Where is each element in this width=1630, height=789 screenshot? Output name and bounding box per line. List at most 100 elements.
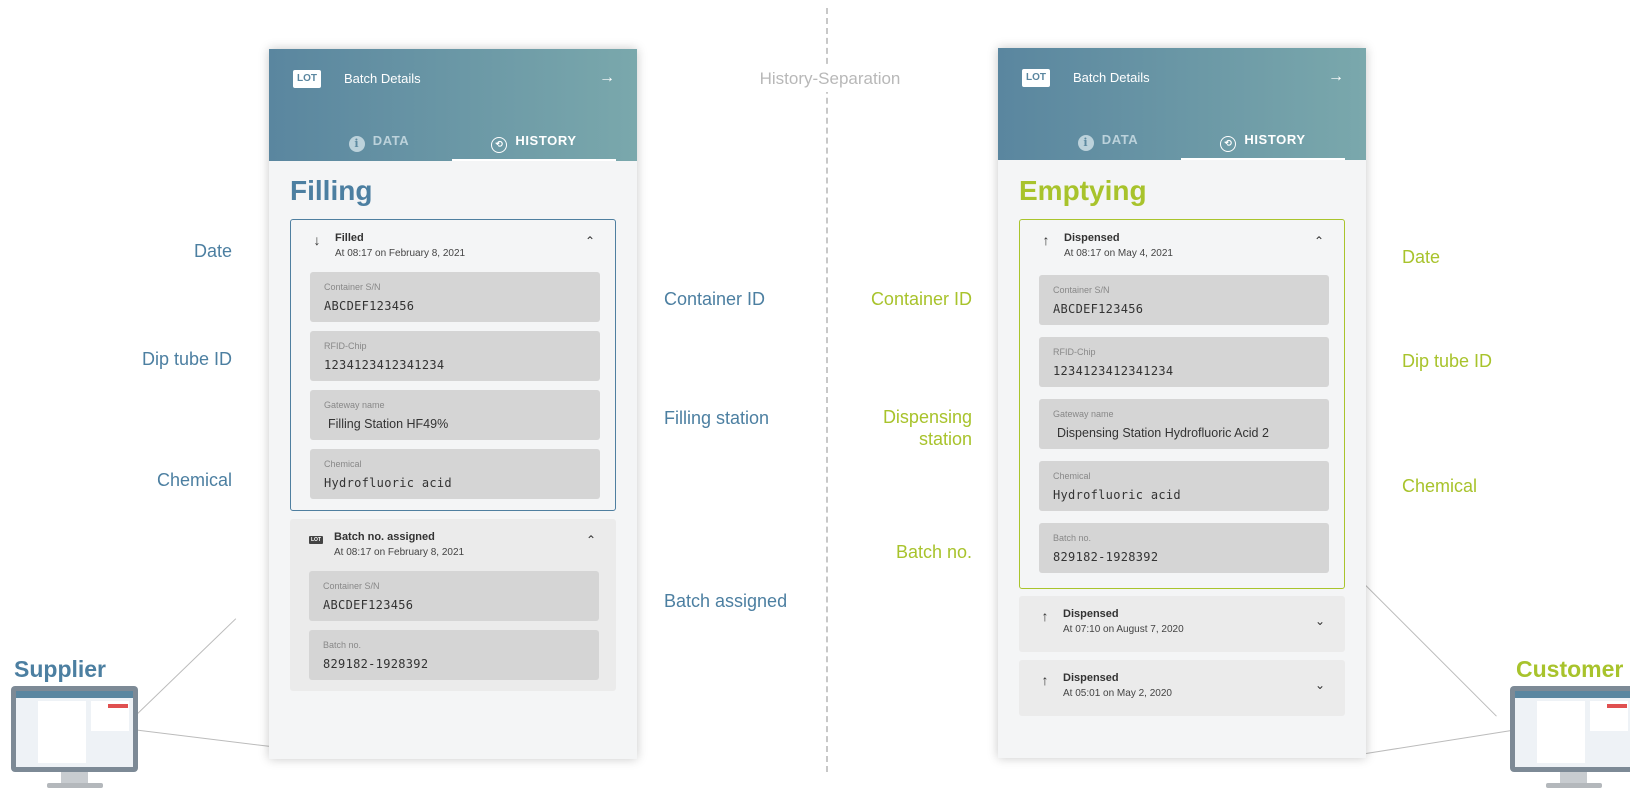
arrow-up-icon: ↑ [1042,232,1050,248]
field-label: Container S/N [323,581,380,591]
field-value: Filling Station HF49% [328,417,449,431]
event-date: At 08:17 on February 8, 2021 [334,547,465,558]
tab-history-label: HISTORY [515,133,577,148]
customer-phone-screen: LOT Batch Details → i DATA ⟲ HISTORY Empty… [998,48,1366,758]
annotation-date: Date [193,241,232,261]
annotation-chemical: Chemical [1402,476,1478,496]
field-value: 1234123412341234 [1053,364,1174,378]
annotation-batch-no: Batch no. [895,542,972,562]
field-rfid-chip: RFID-Chip 1234123412341234 [310,331,600,381]
field-label: Batch no. [1053,533,1092,543]
field-value: 829182-1928392 [323,657,429,671]
info-icon: i [1077,135,1094,151]
arrow-right-icon[interactable]: → [599,67,615,89]
arrow-up-icon: ↑ [1041,672,1049,688]
lot-icon: LOT [309,536,323,544]
field-batch-no: Batch no. 829182-1928392 [309,630,599,680]
app-header: LOT Batch Details → i DATA ⟲ HISTORY [269,49,637,161]
field-value: ABCDEF123456 [323,598,414,612]
chevron-up-icon[interactable]: ⌃ [586,533,596,547]
zoom-line [1366,729,1513,754]
zoom-line [1365,585,1497,717]
field-value: Hydrofluoric acid [324,476,452,490]
event-title: Dispensed [1064,232,1120,244]
annotation-date: Date [1402,247,1441,267]
field-value: 829182-1928392 [1053,550,1159,564]
section-title: Filling [290,175,373,206]
field-container-sn: Container S/N ABCDEF123456 [310,272,600,322]
supplier-monitor-icon [11,686,138,789]
field-label: Container S/N [324,282,381,292]
tab-history[interactable]: ⟲ HISTORY [452,133,616,161]
tab-history-label: HISTORY [1244,132,1306,147]
field-gateway-name: Gateway name Dispensing Station Hydroflu… [1039,399,1329,449]
field-value: ABCDEF123456 [324,299,415,313]
history-icon: ⟲ [1220,136,1237,152]
chevron-down-icon[interactable]: ⌄ [1315,678,1325,692]
field-value: ABCDEF123456 [1053,302,1144,316]
chevron-up-icon[interactable]: ⌃ [1314,234,1324,248]
arrow-right-icon[interactable]: → [1328,66,1344,88]
annotation-dip-tube-id: Dip tube ID [141,349,232,369]
tab-data-label: DATA [1101,132,1139,147]
chevron-up-icon[interactable]: ⌃ [585,234,595,248]
event-title: Filled [335,232,364,244]
field-label: Gateway name [324,400,385,410]
info-icon: i [348,136,365,152]
event-date: At 08:17 on February 8, 2021 [335,248,466,259]
annotation-container-id: Container ID [870,289,972,309]
field-label: Gateway name [1053,409,1114,419]
annotation-chemical: Chemical [156,470,232,490]
field-chemical: Chemical Hydrofluoric acid [1039,461,1329,511]
customer-monitor-icon [1510,686,1630,789]
history-separator-line [826,8,828,772]
field-container-sn: Container S/N ABCDEF123456 [1039,275,1329,325]
history-event-dispensed[interactable]: ↑ Dispensed At 05:01 on May 2, 2020 ⌄ [1019,660,1345,716]
history-separator-label: History-Separation [740,66,920,92]
app-header: LOT Batch Details → i DATA ⟲ HISTORY [998,48,1366,160]
field-label: Batch no. [323,640,362,650]
event-title: Dispensed [1063,608,1119,620]
event-title: Batch no. assigned [334,531,435,543]
zoom-line [124,618,237,727]
annotation-batch-assigned: Batch assigned [664,591,788,611]
tab-data-label: DATA [372,133,410,148]
supplier-label: Supplier [14,656,107,682]
event-title: Dispensed [1063,672,1119,684]
event-date: At 05:01 on May 2, 2020 [1063,688,1172,699]
section-title: Emptying [1019,175,1147,206]
field-value: Hydrofluoric acid [1053,488,1181,502]
history-event-dispensed-open[interactable]: ↑ Dispensed At 08:17 on May 4, 2021 ⌃ Co… [1019,219,1345,589]
chevron-down-icon[interactable]: ⌄ [1315,614,1325,628]
history-event-batch-assigned[interactable]: LOT Batch no. assigned At 08:17 on Febru… [290,519,616,691]
tab-data[interactable]: i DATA [1058,132,1158,160]
annotation-dip-tube-id: Dip tube ID [1402,351,1493,371]
field-batch-no: Batch no. 829182-1928392 [1039,523,1329,573]
field-container-sn: Container S/N ABCDEF123456 [309,571,599,621]
event-date: At 07:10 on August 7, 2020 [1063,624,1184,635]
history-event-dispensed[interactable]: ↑ Dispensed At 07:10 on August 7, 2020 ⌄ [1019,596,1345,652]
tab-data[interactable]: i DATA [329,133,429,161]
lot-icon: LOT [1022,69,1050,87]
annotation-filling-station: Filling station [664,408,770,428]
header-title: Batch Details [1073,70,1150,85]
field-value: 1234123412341234 [324,358,445,372]
field-label: Chemical [324,459,362,469]
event-date: At 08:17 on May 4, 2021 [1064,248,1173,259]
header-title: Batch Details [344,71,421,86]
customer-label: Customer [1516,656,1624,682]
annotation-dispensing-station: Dispensing station [882,407,972,449]
field-label: RFID-Chip [1053,347,1096,357]
field-label: Chemical [1053,471,1091,481]
field-gateway-name: Gateway name Filling Station HF49% [310,390,600,440]
history-event-filled[interactable]: ↓ Filled At 08:17 on February 8, 2021 ⌃ … [290,219,616,511]
arrow-down-icon: ↓ [313,232,321,248]
field-rfid-chip: RFID-Chip 1234123412341234 [1039,337,1329,387]
supplier-phone-screen: LOT Batch Details → i DATA ⟲ HISTORY Filli… [269,49,637,759]
annotation-container-id: Container ID [664,289,766,309]
lot-icon: LOT [293,70,321,88]
zoom-line [123,728,271,748]
field-label: RFID-Chip [324,341,367,351]
field-chemical: Chemical Hydrofluoric acid [310,449,600,499]
tab-history[interactable]: ⟲ HISTORY [1181,132,1345,160]
